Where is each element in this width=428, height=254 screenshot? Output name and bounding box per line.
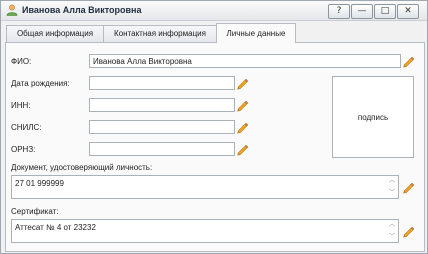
personal-data-panel: ФИО: Иванова Алла Викторовна Дата рожден… [5, 42, 425, 252]
window-title: Иванова Алла Викторовна [22, 5, 142, 15]
pencil-icon[interactable] [401, 54, 415, 68]
signature-label: подпись [357, 112, 389, 122]
orpz-field[interactable] [89, 142, 235, 156]
document-field[interactable]: 27 01 999999 ︿ ﹀ [11, 175, 399, 199]
scroll-up-icon[interactable]: ︿ [388, 221, 396, 229]
inn-label: ИНН: [11, 101, 31, 110]
document-label: Документ, удостоверяющий личность: [11, 163, 153, 172]
user-icon [6, 4, 18, 16]
fio-field[interactable]: Иванова Алла Викторовна [89, 54, 401, 68]
certificate-value: Аттесат № 4 от 23232 [15, 223, 96, 232]
pencil-icon[interactable] [401, 224, 415, 238]
help-button[interactable]: ? [328, 4, 350, 19]
certificate-label: Сертификат: [11, 207, 59, 216]
snils-field[interactable] [89, 120, 235, 134]
scroll-up-icon[interactable]: ︿ [388, 177, 396, 185]
pencil-icon[interactable] [235, 98, 249, 112]
pencil-icon[interactable] [235, 76, 249, 90]
scroll-down-icon[interactable]: ﹀ [388, 233, 396, 241]
person-window: Иванова Алла Викторовна ? — □ ✕ Общая ин… [0, 0, 428, 254]
birth-date-field[interactable] [89, 76, 235, 90]
minimize-button[interactable]: — [351, 4, 373, 19]
close-button[interactable]: ✕ [397, 4, 419, 19]
pencil-icon[interactable] [235, 120, 249, 134]
title-bar[interactable]: Иванова Алла Викторовна ? — □ ✕ [1, 1, 427, 21]
snils-label: СНИЛС: [11, 123, 42, 132]
maximize-button[interactable]: □ [374, 4, 396, 19]
fio-label: ФИО: [11, 57, 32, 66]
certificate-field[interactable]: Аттесат № 4 от 23232 ︿ ﹀ [11, 219, 399, 243]
tab-general-info[interactable]: Общая информация [6, 25, 104, 42]
tab-contact-info[interactable]: Контактная информация [103, 25, 217, 42]
inn-field[interactable] [89, 98, 235, 112]
orpz-label: ОРНЗ: [11, 145, 36, 154]
tab-personal-data[interactable]: Личные данные [216, 23, 296, 43]
birth-date-label: Дата рождения: [11, 79, 70, 88]
pencil-icon[interactable] [235, 142, 249, 156]
document-value: 27 01 999999 [15, 179, 64, 188]
signature-box[interactable]: подпись [332, 76, 414, 158]
scroll-down-icon[interactable]: ﹀ [388, 189, 396, 197]
pencil-icon[interactable] [401, 180, 415, 194]
